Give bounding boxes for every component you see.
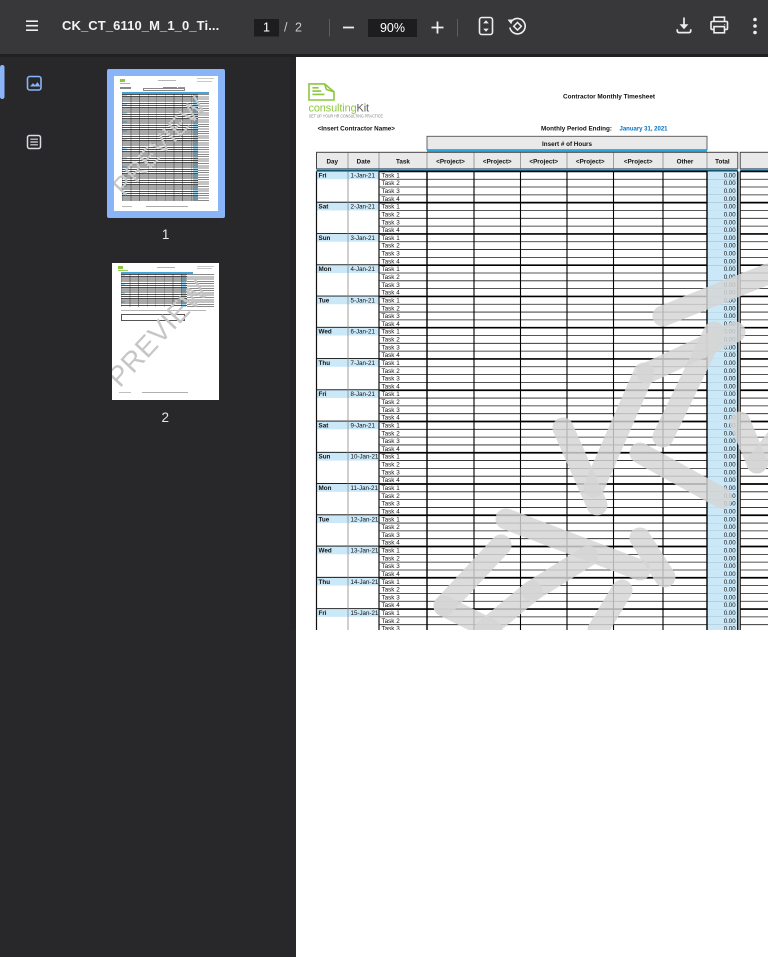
svg-text:1: 1 [263,21,270,35]
svg-text:PREVIEW: PREVIEW [112,274,215,392]
svg-text:PREVIEW: PREVIEW [114,90,212,201]
svg-text:2: 2 [295,21,302,35]
svg-text:/: / [284,21,288,35]
svg-text:CK_CT_6110_M_1_0_Ti...: CK_CT_6110_M_1_0_Ti... [62,18,219,33]
svg-text:90%: 90% [380,21,405,35]
